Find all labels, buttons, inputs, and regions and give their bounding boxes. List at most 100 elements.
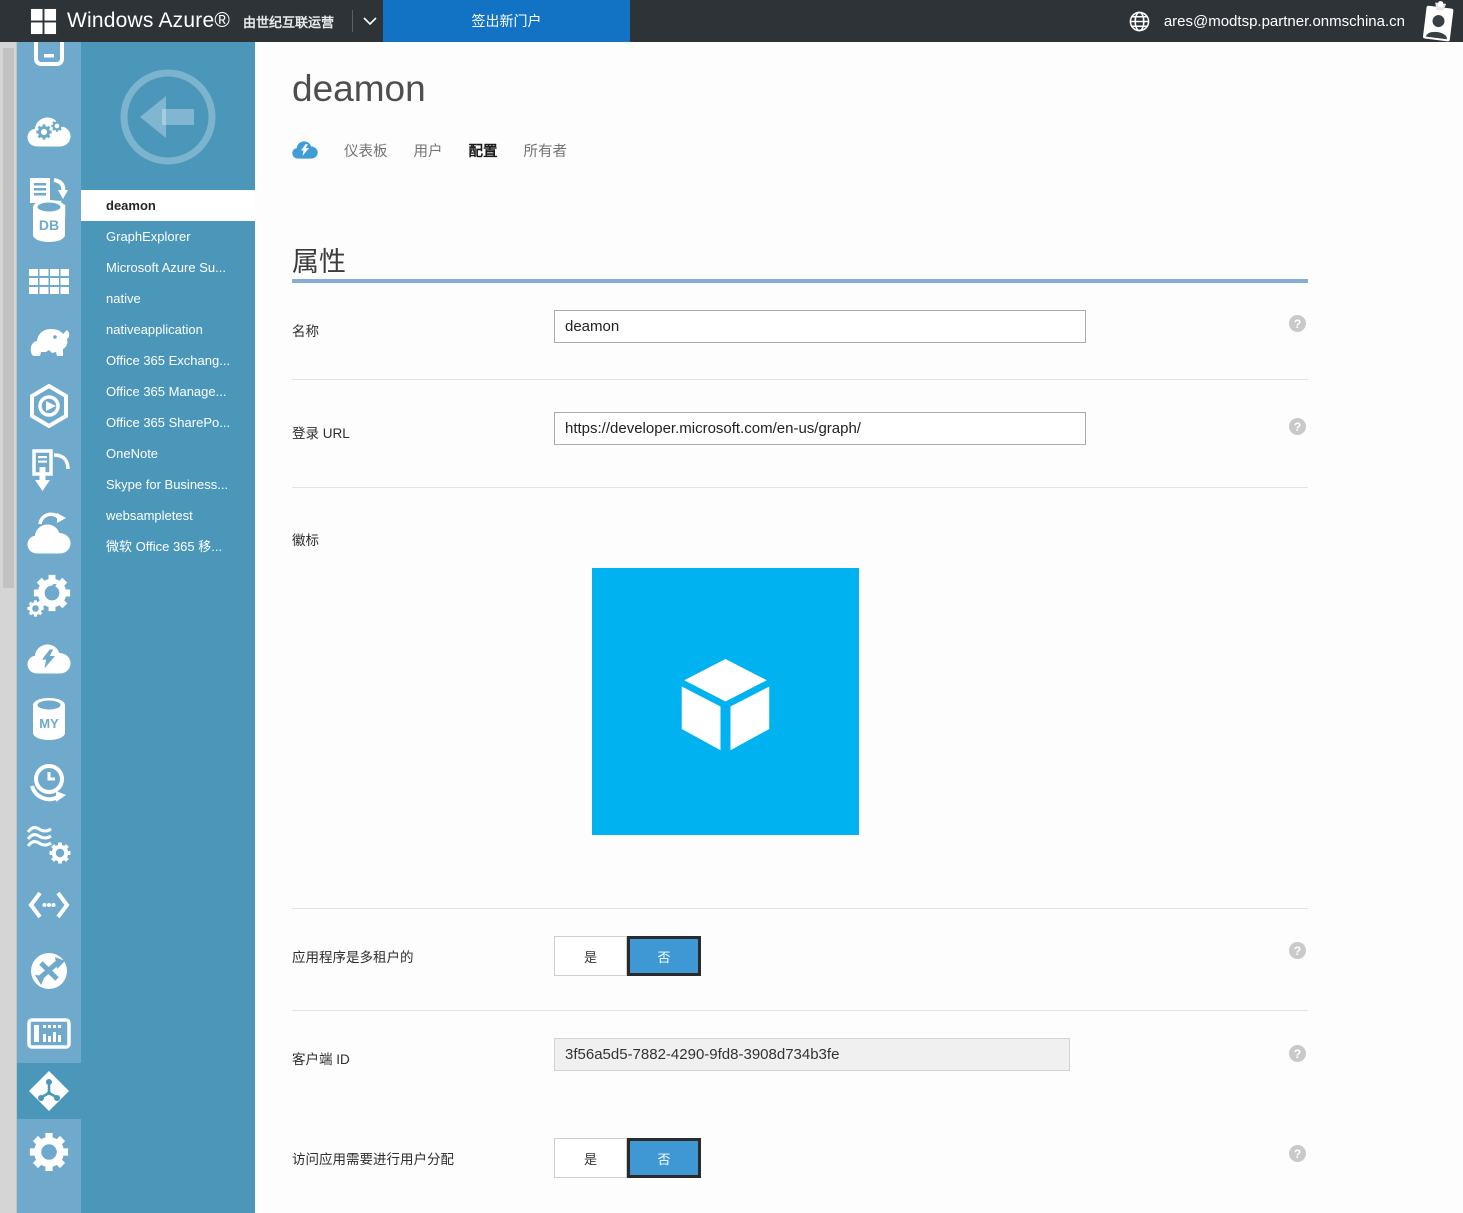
sidebar-item-mobile-services[interactable] (17, 42, 81, 72)
globe-icon[interactable] (1129, 11, 1150, 32)
mysql-database-icon: MY (30, 697, 68, 741)
app-list-item-office365-mobile[interactable]: 微软 Office 365 移... (81, 531, 255, 562)
automation-gear-icon (27, 574, 71, 618)
multitenant-yes-button[interactable]: 是 (554, 936, 627, 976)
logo-field-label: 徽标 (292, 529, 319, 549)
svg-text:MY: MY (39, 716, 59, 731)
directory-app-panel: deamon GraphExplorer Microsoft Azure Su.… (81, 42, 255, 1213)
row-divider (292, 487, 1308, 488)
app-list-item-office365-sharepoint[interactable]: Office 365 SharePo... (81, 407, 255, 438)
signout-new-portal-button[interactable]: 签出新门户 (383, 0, 630, 42)
chevron-down-icon (363, 17, 377, 25)
waves-gear-icon (27, 822, 71, 866)
user-assignment-no-button[interactable]: 否 (627, 1138, 701, 1178)
app-list-item-graphexplorer[interactable]: GraphExplorer (81, 221, 255, 252)
back-arrow-icon (108, 57, 228, 177)
app-list-item-office365-manage[interactable]: Office 365 Manage... (81, 376, 255, 407)
app-list-item-websampletest[interactable]: websampletest (81, 500, 255, 531)
multitenant-help-icon[interactable]: ? (1289, 942, 1306, 959)
tab-owners[interactable]: 所有者 (524, 140, 568, 161)
subscription-dropdown-chevron[interactable] (358, 0, 382, 42)
sidebar-item-stream-analytics[interactable] (17, 630, 81, 686)
multitenant-no-button[interactable]: 否 (627, 936, 701, 976)
app-list-item-office365-exchange[interactable]: Office 365 Exchang... (81, 345, 255, 376)
sidebar-item-operational-dashboard[interactable] (17, 1005, 81, 1061)
main-content: deamon 仪表板 用户 配置 所有者 属性 名称 ? 登录 URL ? 徽标 (255, 42, 1463, 1213)
sidebar-item-hdinsight[interactable] (17, 315, 81, 371)
settings-gear-icon (27, 1130, 71, 1174)
signon-url-field-label: 登录 URL (292, 422, 350, 442)
azure-portal-window: Windows Azure® 由世纪互联运营 签出新门户 ares@modtsp… (0, 0, 1463, 1213)
sidebar-item-import-export[interactable] (17, 443, 81, 499)
operator-label: 由世纪互联运营 (243, 0, 334, 42)
tab-configure[interactable]: 配置 (469, 140, 498, 161)
sidebar-item-settings[interactable] (17, 1124, 81, 1180)
sidebar-item-sql-database[interactable]: DB (17, 193, 81, 249)
scheduler-clock-icon (27, 761, 71, 805)
sidebar-item-api-code[interactable] (17, 878, 81, 934)
user-assignment-field-label: 访问应用需要进行用户分配 (292, 1148, 454, 1168)
sidebar-item-mysql-database[interactable]: MY (17, 691, 81, 747)
user-assignment-yes-button[interactable]: 是 (554, 1138, 627, 1178)
active-directory-icon (27, 1069, 71, 1113)
sidebar-item-active-directory[interactable] (17, 1063, 81, 1119)
cloud-services-icon (27, 110, 71, 154)
backup-cloud-icon (27, 511, 71, 555)
app-list-item-nativeapplication[interactable]: nativeapplication (81, 314, 255, 345)
service-icon-sidebar: DB (17, 42, 81, 1213)
sidebar-item-backup[interactable] (17, 505, 81, 561)
name-input[interactable] (554, 310, 1086, 343)
section-underline (292, 279, 1308, 283)
mobile-services-icon (27, 42, 71, 66)
scrollbar-thumb[interactable] (3, 48, 14, 588)
cloud-lightning-icon (27, 636, 71, 680)
page-title: deamon (292, 68, 426, 110)
multitenant-field-label: 应用程序是多租户的 (292, 946, 414, 966)
app-list-item-deamon[interactable]: deamon (81, 190, 255, 221)
dashboard-console-icon (27, 1011, 71, 1055)
sidebar-item-media-services[interactable] (17, 378, 81, 434)
code-brackets-icon (27, 884, 71, 928)
svg-text:DB: DB (39, 217, 59, 233)
app-list-item-skype-for-business[interactable]: Skype for Business... (81, 469, 255, 500)
app-cloud-icon (292, 141, 318, 160)
cube-logo-icon (663, 639, 788, 764)
signon-url-input[interactable] (554, 412, 1086, 445)
account-area[interactable]: ares@modtsp.partner.onmschina.cn (1129, 0, 1457, 42)
sidebar-item-scheduler[interactable] (17, 755, 81, 811)
left-scrollbar[interactable] (0, 42, 17, 1213)
account-email[interactable]: ares@modtsp.partner.onmschina.cn (1164, 13, 1405, 30)
tab-users[interactable]: 用户 (414, 140, 443, 161)
app-list-item-native[interactable]: native (81, 283, 255, 314)
app-list-item-onenote[interactable]: OneNote (81, 438, 255, 469)
tab-dashboard[interactable]: 仪表板 (344, 140, 388, 161)
client-id-field-label: 客户端 ID (292, 1048, 350, 1068)
media-services-icon (27, 384, 71, 428)
sidebar-item-sync-recovery[interactable] (17, 943, 81, 999)
client-id-input[interactable] (554, 1038, 1070, 1071)
hdinsight-elephant-icon (27, 321, 71, 365)
user-assignment-help-icon[interactable]: ? (1289, 1145, 1306, 1162)
row-divider (292, 1010, 1308, 1011)
sql-database-icon: DB (30, 199, 68, 243)
client-id-help-icon[interactable]: ? (1289, 1045, 1306, 1062)
top-bar: Windows Azure® 由世纪互联运营 签出新门户 ares@modtsp… (0, 0, 1463, 42)
sidebar-item-service-bus[interactable] (17, 816, 81, 872)
section-title-properties: 属性 (292, 240, 346, 279)
account-badge-icon[interactable] (1419, 1, 1457, 42)
name-field-label: 名称 (292, 320, 319, 340)
sidebar-item-cloud-services[interactable] (17, 104, 81, 160)
brand-name: Windows Azure® (67, 9, 230, 33)
app-list-item-microsoft-azure-su[interactable]: Microsoft Azure Su... (81, 252, 255, 283)
brand[interactable]: Windows Azure® (30, 0, 230, 42)
user-assignment-toggle: 是 否 (554, 1138, 701, 1178)
row-divider (292, 379, 1308, 380)
name-help-icon[interactable]: ? (1289, 315, 1306, 332)
sidebar-item-storage-tables[interactable] (17, 254, 81, 310)
back-button[interactable] (81, 42, 255, 190)
signon-url-help-icon[interactable]: ? (1289, 418, 1306, 435)
sidebar-item-automation[interactable] (17, 568, 81, 624)
storage-table-icon (27, 260, 71, 304)
multitenant-toggle: 是 否 (554, 936, 701, 976)
sync-arrows-icon (27, 949, 71, 993)
